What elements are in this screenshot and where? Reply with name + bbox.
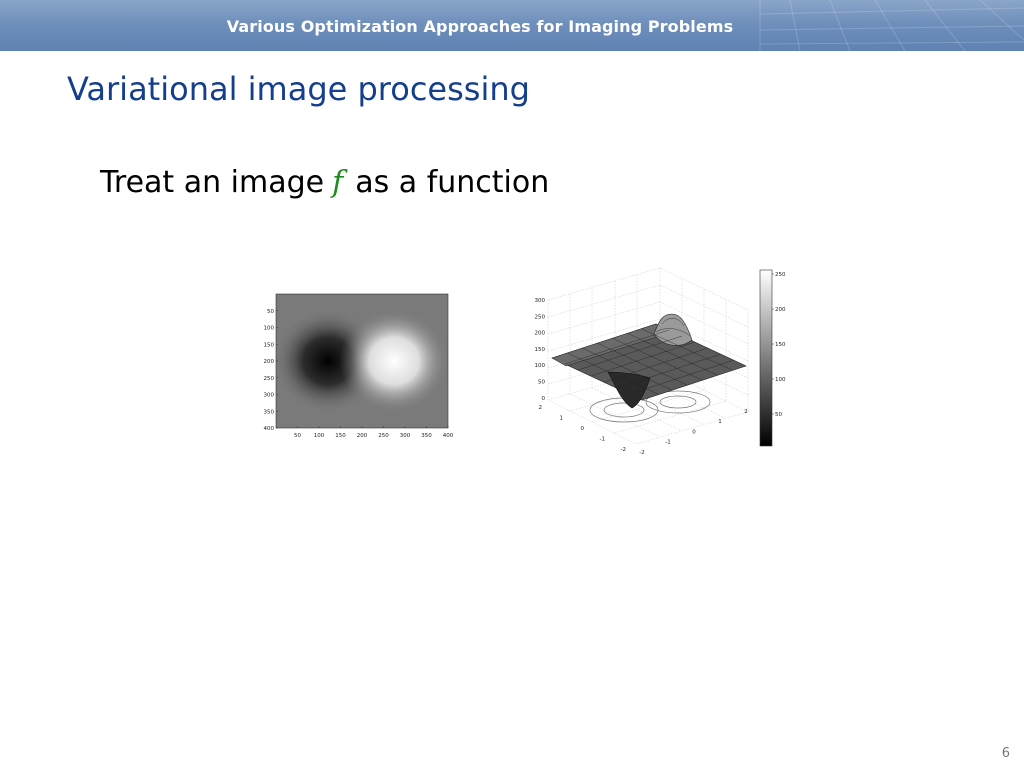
colorbar-ticks: 250 200 150 100 50 (772, 272, 786, 418)
presentation-title: Various Optimization Approaches for Imag… (226, 17, 734, 36)
image-plot: 50 100 150 200 250 300 350 400 50 100 150 200 250 30… (264, 293, 454, 439)
surface-z-tick-label: 250 (535, 314, 546, 320)
image-y-tick-label: 350 (264, 409, 275, 415)
surface-y-ticks: 2 1 0 -1 -2 (539, 405, 627, 453)
surface-z-tick-label: 100 (535, 363, 546, 369)
image-y-tick-label: 200 (264, 359, 275, 365)
image-y-tick-label: 250 (264, 376, 275, 382)
image-x-tick-label: 350 (421, 433, 432, 439)
header-bar: Various Optimization Approaches for Imag… (0, 0, 1024, 51)
surface-z-tick-label: 300 (535, 298, 546, 304)
colorbar-tick-label: 50 (775, 412, 782, 418)
colorbar-tick-label: 100 (775, 377, 786, 383)
surface-x-tick-label: 1 (718, 419, 722, 425)
bullet-text: Treat an image f as a function (100, 165, 549, 200)
surface-y-tick-label: -2 (621, 447, 626, 453)
surface-x-tick-label: 2 (744, 409, 748, 415)
bright-region (339, 309, 448, 413)
surface-z-tick-label: 0 (542, 396, 546, 402)
image-y-tick-label: 300 (264, 393, 275, 399)
image-x-tick-label: 400 (443, 433, 454, 439)
image-x-tick-label: 50 (294, 433, 301, 439)
math-symbol-f: f (332, 165, 344, 200)
surface-x-tick-label: -2 (639, 450, 644, 456)
image-x-tick-label: 250 (378, 433, 389, 439)
surface-z-tick-label: 50 (538, 380, 545, 386)
surface-y-tick-label: 1 (560, 416, 564, 422)
slide-title: Variational image processing (67, 70, 530, 108)
image-y-tick-label: 400 (264, 426, 275, 432)
image-y-tick-label: 150 (264, 342, 275, 348)
surface-z-tick-label: 200 (535, 331, 546, 337)
surface-y-tick-label: 0 (581, 426, 585, 432)
colorbar (759, 269, 773, 447)
image-x-tick-label: 100 (314, 433, 325, 439)
bullet-suffix: as a function (355, 165, 550, 200)
image-x-tick-label: 300 (400, 433, 411, 439)
image-x-tick-label: 150 (335, 433, 346, 439)
bullet-prefix: Treat an image (100, 165, 325, 200)
colorbar-tick-label: 250 (775, 272, 786, 278)
surface-z-ticks: 300 250 200 150 100 50 0 (535, 298, 546, 402)
surface-y-tick-label: 2 (539, 405, 543, 411)
surface-x-tick-label: -1 (665, 440, 670, 446)
surface-z-tick-label: 150 (535, 347, 546, 353)
colorbar-tick-label: 200 (775, 307, 786, 313)
surface-x-ticks: -2 -1 0 1 2 (639, 409, 747, 456)
image-y-tick-label: 100 (264, 326, 275, 332)
colorbar-tick-label: 150 (775, 342, 786, 348)
surface-x-tick-label: 0 (692, 429, 696, 435)
surface-mesh (551, 313, 747, 409)
page-number: 6 (1001, 746, 1010, 761)
image-y-tick-label: 50 (267, 309, 274, 315)
surface-plot: 300 250 200 150 100 50 0 2 1 0 -1 -2 -2 -1 0 1 2 250 20… (535, 267, 786, 456)
image-x-tick-label: 200 (357, 433, 368, 439)
surface-y-tick-label: -1 (600, 437, 605, 443)
